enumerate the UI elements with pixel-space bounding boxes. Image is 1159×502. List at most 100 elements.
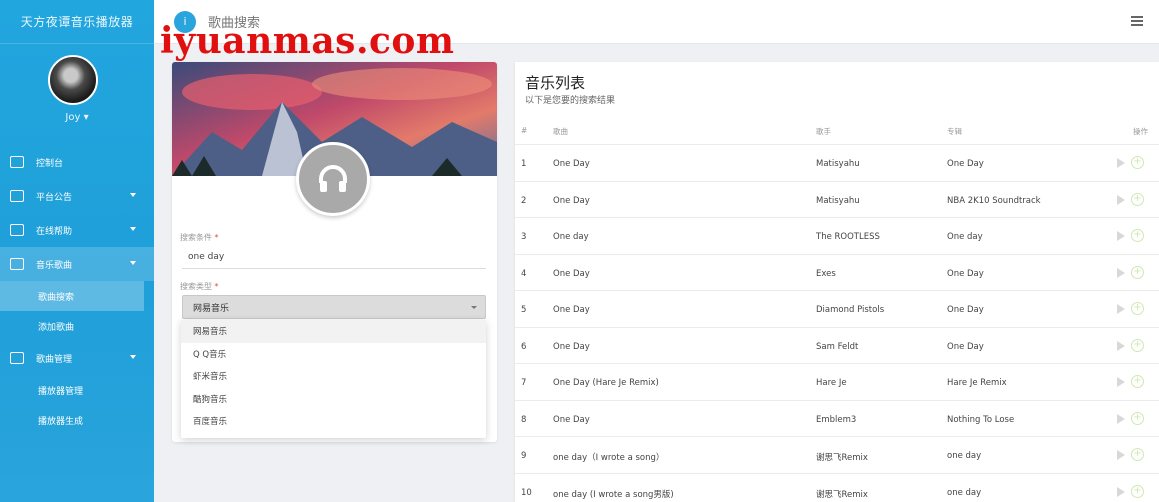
add-icon[interactable]: + [1131, 338, 1144, 352]
sidebar-subitem-player-generate[interactable]: 播放器生成 [0, 405, 154, 435]
artist: Matisyahu [816, 159, 860, 169]
artist: Matisyahu [816, 195, 860, 206]
table-row[interactable]: 3 One day The ROOTLESS One day + [515, 217, 1159, 254]
table-row[interactable]: 8 One Day Emblem3 Nothing To Lose + [515, 399, 1159, 437]
list-subtitle: 以下是您要的搜索结果 [525, 96, 616, 106]
add-icon[interactable]: + [1131, 302, 1144, 315]
list-title: 音乐列表 [525, 74, 586, 92]
song-title: One Day [553, 341, 590, 352]
row-index: 2 [521, 195, 527, 206]
dropdown-option[interactable]: 虾米音乐 [181, 365, 486, 388]
table-header: # 歌曲 歌手 专辑 操作 [515, 126, 1159, 144]
sidebar-item-notice[interactable]: 平台公告 [0, 179, 154, 213]
row-index: 1 [521, 159, 527, 169]
user-menu[interactable]: Joy ▾ [0, 112, 154, 123]
table-row[interactable]: 4 One Day Exes One Day + [515, 253, 1159, 291]
play-icon[interactable] [1117, 377, 1125, 387]
album: One Day [947, 268, 984, 279]
row-actions: + [1117, 448, 1144, 461]
play-icon[interactable] [1117, 340, 1125, 351]
sidebar-item-label: 控制台 [36, 158, 64, 169]
table-row[interactable]: 5 One Day Diamond Pistols One Day + [515, 290, 1159, 327]
sidebar-subitem-add-song[interactable]: 添加歌曲 [0, 311, 154, 341]
add-icon[interactable]: + [1131, 192, 1144, 206]
table-row[interactable]: 7 One Day (Hare Je Remix) Hare Je Hare Je R… [515, 363, 1159, 400]
artist: 谢思飞Remix [816, 453, 868, 463]
table-row[interactable]: 9 one day（I wrote a song） 谢思飞Remix one day + [515, 436, 1159, 473]
album: NBA 2K10 Soundtrack [947, 195, 1041, 206]
album: one day [947, 487, 982, 498]
album: One Day [947, 159, 984, 169]
list-icon [10, 352, 24, 364]
sidebar-item-music[interactable]: 音乐歌曲 [0, 247, 154, 281]
dropdown-option[interactable]: Q Q音乐 [181, 343, 486, 366]
play-icon[interactable] [1117, 413, 1125, 424]
table-row[interactable]: 10 one day (I wrote a song男版) 谢思飞Remix one … [515, 472, 1159, 502]
play-icon[interactable] [1117, 450, 1125, 460]
add-icon[interactable]: + [1131, 448, 1144, 461]
play-icon[interactable] [1117, 486, 1125, 497]
table-row[interactable]: 1 One Day Matisyahu One Day + [515, 144, 1159, 181]
add-icon[interactable]: + [1131, 229, 1144, 242]
dropdown-option[interactable]: 网易音乐 [181, 320, 486, 343]
table-row[interactable]: 6 One Day Sam Feldt One Day + [515, 326, 1159, 364]
sidebar-item-label: 歌曲管理 [36, 354, 73, 365]
sidebar-item-label: 在线帮助 [36, 226, 73, 237]
artist: Hare Je [816, 378, 847, 388]
album: One day [947, 232, 983, 242]
row-actions: + [1117, 302, 1144, 315]
artist: The ROOTLESS [816, 232, 880, 242]
add-icon[interactable]: + [1131, 265, 1144, 279]
add-icon[interactable]: + [1131, 375, 1144, 388]
avatar[interactable] [48, 55, 98, 105]
play-icon[interactable] [1117, 158, 1125, 168]
dropdown-option[interactable]: 百度音乐 [181, 410, 486, 433]
album: One Day [947, 305, 984, 315]
row-actions: + [1117, 156, 1144, 169]
artist: Emblem3 [816, 414, 857, 425]
music-list-panel: 音乐列表 以下是您要的搜索结果 # 歌曲 歌手 专辑 操作 1 One Day Ma… [515, 62, 1159, 502]
home-icon [10, 156, 24, 168]
keyword-input[interactable] [182, 245, 486, 269]
sidebar-item-dashboard[interactable]: 控制台 [0, 145, 154, 179]
column-header: 专辑 [947, 127, 962, 136]
song-title: One Day (Hare Je Remix) [553, 378, 659, 388]
song-title: one day（I wrote a song） [553, 453, 665, 463]
song-title: One Day [553, 414, 590, 425]
column-header: 歌曲 [553, 127, 568, 136]
table-row[interactable]: 2 One Day Matisyahu NBA 2K10 Soundtrack + [515, 180, 1159, 218]
play-icon[interactable] [1117, 194, 1125, 205]
dropdown-option[interactable]: 酷狗音乐 [181, 388, 486, 411]
album: one day [947, 451, 982, 461]
row-index: 3 [521, 232, 527, 242]
row-index: 6 [521, 341, 527, 352]
column-header: 歌手 [816, 127, 831, 136]
table-body: 1 One Day Matisyahu One Day +2 One Day Matisya… [515, 144, 1159, 502]
sidebar-subitem-song-search[interactable]: 歌曲搜索 [0, 281, 144, 311]
row-actions: + [1117, 484, 1144, 498]
keyword-label: 搜索条件 * [180, 233, 219, 242]
type-select[interactable]: 网易音乐 [182, 295, 486, 319]
type-label: 搜索类型 * [180, 282, 219, 291]
sidebar-item-help[interactable]: 在线帮助 [0, 213, 154, 247]
add-icon[interactable]: + [1131, 411, 1144, 425]
song-title: One Day [553, 268, 590, 279]
chevron-down-icon [130, 355, 136, 359]
sidebar-item-label: 平台公告 [36, 192, 73, 203]
play-icon[interactable] [1117, 231, 1125, 241]
sidebar: 天方夜谭音乐播放器 Joy ▾ 控制台 平台公告 在线帮助 音乐歌曲 歌曲搜索 … [0, 0, 154, 502]
notice-icon [10, 190, 24, 202]
add-icon[interactable]: + [1131, 156, 1144, 169]
menu-icon[interactable] [1131, 16, 1143, 26]
artist: Diamond Pistols [816, 305, 885, 315]
help-icon [10, 224, 24, 236]
row-index: 9 [521, 451, 527, 461]
play-icon[interactable] [1117, 267, 1125, 278]
sidebar-item-song-manage[interactable]: 歌曲管理 [0, 341, 154, 375]
row-actions: + [1117, 192, 1144, 206]
sidebar-subitem-player-manage[interactable]: 播放器管理 [0, 375, 154, 405]
play-icon[interactable] [1117, 304, 1125, 314]
music-icon [10, 258, 24, 270]
type-dropdown: 网易音乐 Q Q音乐 虾米音乐 酷狗音乐 百度音乐 [181, 320, 486, 438]
add-icon[interactable]: + [1131, 484, 1144, 498]
